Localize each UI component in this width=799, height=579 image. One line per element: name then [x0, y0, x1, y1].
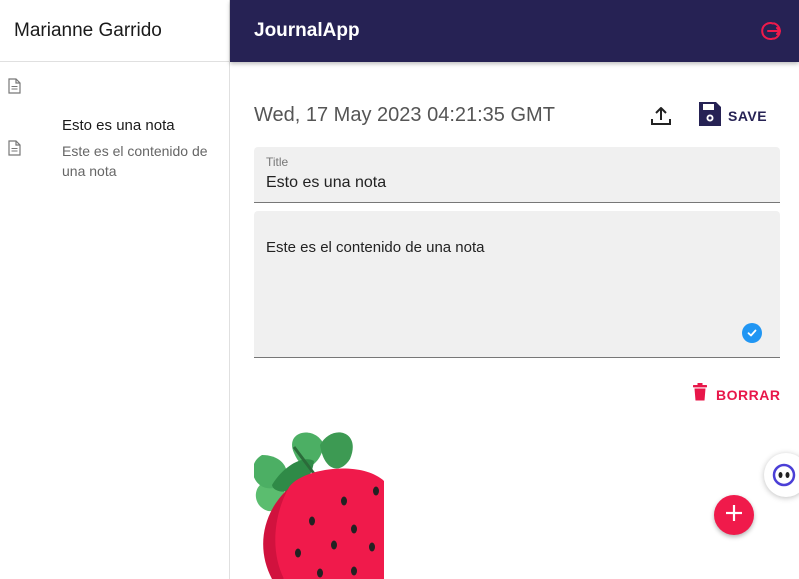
plus-icon	[724, 503, 744, 528]
add-note-button[interactable]	[714, 495, 754, 535]
save-label: SAVE	[728, 108, 768, 124]
note-date: Wed, 17 May 2023 04:21:35 GMT	[254, 104, 555, 126]
delete-label: BORRAR	[716, 386, 781, 403]
trash-icon	[692, 383, 708, 406]
user-name: Marianne Garrido	[14, 19, 162, 41]
top-app-bar: JournalApp	[230, 0, 799, 62]
sidebar-header: Marianne Garrido	[0, 0, 229, 62]
upload-icon[interactable]	[648, 103, 674, 129]
document-icon[interactable]	[8, 140, 21, 161]
sidebar-note-item[interactable]: Esto es una nota Este es el contenido de…	[62, 116, 222, 181]
save-icon	[698, 101, 722, 132]
check-icon	[742, 323, 762, 343]
delete-button[interactable]: BORRAR	[692, 383, 780, 406]
logout-icon[interactable]	[759, 19, 783, 43]
sidebar-note-title: Esto es una nota	[62, 117, 175, 134]
app-title: JournalApp	[254, 20, 360, 41]
sidebar-note-body: Este es el contenido de una nota	[62, 143, 208, 179]
note-image-strawberry	[254, 425, 384, 579]
body-field-value: Este es el contenido de una nota	[266, 239, 485, 256]
assistant-widget-button[interactable]	[764, 453, 799, 497]
title-field-value: Esto es una nota	[266, 174, 387, 191]
title-field-label: Title	[266, 155, 289, 169]
body-field[interactable]: Este es el contenido de una nota	[254, 211, 780, 358]
app-root: Marianne Garrido Esto es una nota Este e…	[0, 0, 799, 579]
document-icon[interactable]	[8, 78, 21, 99]
sidebar: Marianne Garrido Esto es una nota Este e…	[0, 0, 230, 579]
title-field[interactable]: Title Esto es una nota	[254, 147, 780, 203]
assistant-bot-icon	[772, 463, 798, 492]
save-button[interactable]: SAVE	[698, 101, 767, 131]
